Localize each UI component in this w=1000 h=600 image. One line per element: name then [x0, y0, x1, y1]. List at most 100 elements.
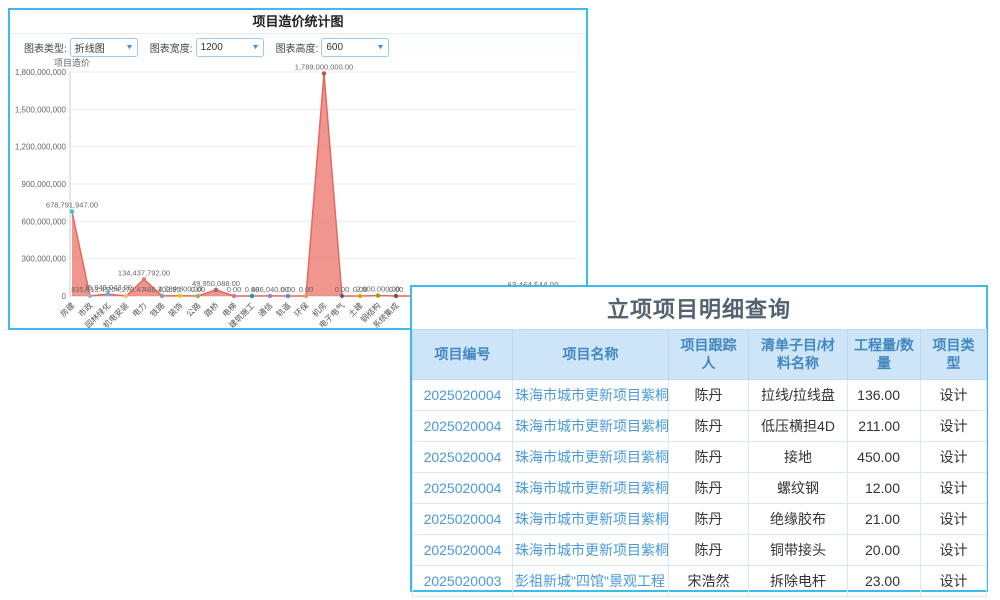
table-row: 2025020004珠海市城市更新项目紫桐陈丹接地450.00设计: [413, 442, 987, 473]
table-header-row: 项目编号项目名称项目跟踪人清单子目/材料名称工程量/数量项目类型: [413, 330, 987, 380]
project-detail-window: 立项项目明细查询 项目编号项目名称项目跟踪人清单子目/材料名称工程量/数量项目类…: [410, 285, 988, 592]
material-name: 拉线/拉线盘: [749, 380, 848, 411]
project-id-link[interactable]: 2025020003: [413, 566, 513, 597]
table-row: 2025020003彭祖新城"四馆"景观工程宋浩然拆除电杆23.00设计: [413, 566, 987, 597]
project-id-link[interactable]: 2025020004: [413, 535, 513, 566]
project-name-link[interactable]: 珠海市城市更新项目紫桐: [513, 535, 669, 566]
table-row: 2025020004珠海市城市更新项目紫桐陈丹低压横担4D211.00设计: [413, 411, 987, 442]
chart-height-select[interactable]: 600 ▼: [321, 38, 389, 57]
svg-text:路桥: 路桥: [202, 300, 220, 318]
column-header-3: 清单子目/材料名称: [749, 330, 848, 380]
project-tracker: 宋浩然: [669, 566, 749, 597]
project-id-link[interactable]: 2025020004: [413, 411, 513, 442]
svg-text:0: 0: [62, 292, 67, 301]
svg-text:0.00: 0.00: [281, 285, 296, 294]
project-tracker: 陈丹: [669, 411, 749, 442]
column-header-5: 项目类型: [921, 330, 987, 380]
chart-width-value: 1200: [201, 42, 223, 53]
project-name-link[interactable]: 珠海市城市更新项目紫桐: [513, 473, 669, 504]
project-type: 设计: [921, 566, 987, 597]
chevron-down-icon: ▼: [251, 44, 260, 51]
svg-text:通信: 通信: [256, 300, 274, 318]
project-id-link[interactable]: 2025020004: [413, 442, 513, 473]
quantity-value: 450.00: [848, 442, 921, 473]
project-id-link[interactable]: 2025020004: [413, 504, 513, 535]
project-type: 设计: [921, 535, 987, 566]
chart-height-value: 600: [326, 42, 343, 53]
table-title: 立项项目明细查询: [412, 287, 986, 329]
project-detail-table: 项目编号项目名称项目跟踪人清单子目/材料名称工程量/数量项目类型 2025020…: [412, 329, 987, 597]
project-type: 设计: [921, 473, 987, 504]
svg-text:环保: 环保: [292, 300, 310, 318]
chart-type-value: 折线图: [75, 40, 105, 55]
svg-text:900,000,000: 900,000,000: [22, 180, 67, 189]
project-name-link[interactable]: 彭祖新城"四馆"景观工程: [513, 566, 669, 597]
project-id-link[interactable]: 2025020004: [413, 473, 513, 504]
chart-window: 项目造价统计图 图表类型: 折线图 ▼ 图表宽度: 1200 ▼ 图表高度: 6…: [8, 8, 588, 330]
quantity-value: 211.00: [848, 411, 921, 442]
project-tracker: 陈丹: [669, 473, 749, 504]
svg-text:134,437,792.00: 134,437,792.00: [118, 268, 170, 277]
table-row: 2025020004珠海市城市更新项目紫桐陈丹拉线/拉线盘136.00设计: [413, 380, 987, 411]
chart-window-title: 项目造价统计图: [10, 10, 586, 34]
chart-toolbar: 图表类型: 折线图 ▼ 图表宽度: 1200 ▼ 图表高度: 600 ▼: [10, 34, 586, 58]
svg-text:1,789,000,000.00: 1,789,000,000.00: [295, 62, 353, 71]
project-type: 设计: [921, 442, 987, 473]
svg-text:678,791,947.00: 678,791,947.00: [46, 201, 98, 210]
svg-text:0.00: 0.00: [227, 285, 242, 294]
chevron-down-icon: ▼: [376, 44, 385, 51]
column-header-0: 项目编号: [413, 330, 513, 380]
table-row: 2025020004珠海市城市更新项目紫桐陈丹绝缘胶布21.00设计: [413, 504, 987, 535]
chart-type-label: 图表类型:: [24, 40, 67, 55]
material-name: 拆除电杆: [749, 566, 848, 597]
svg-text:0.00: 0.00: [299, 285, 314, 294]
material-name: 铜带接头: [749, 535, 848, 566]
project-tracker: 陈丹: [669, 442, 749, 473]
svg-text:0.00: 0.00: [389, 285, 404, 294]
project-type: 设计: [921, 411, 987, 442]
svg-text:1,800,000,000: 1,800,000,000: [15, 68, 67, 77]
svg-text:铁路: 铁路: [148, 300, 166, 318]
svg-text:装饰: 装饰: [166, 300, 184, 318]
svg-text:204,270.47: 204,270.47: [107, 285, 145, 294]
project-name-link[interactable]: 珠海市城市更新项目紫桐: [513, 411, 669, 442]
svg-text:0.00: 0.00: [335, 285, 350, 294]
project-name-link[interactable]: 珠海市城市更新项目紫桐: [513, 380, 669, 411]
project-name-link[interactable]: 珠海市城市更新项目紫桐: [513, 442, 669, 473]
project-tracker: 陈丹: [669, 380, 749, 411]
column-header-4: 工程量/数量: [848, 330, 921, 380]
material-name: 接地: [749, 442, 848, 473]
svg-text:1,200,000,000: 1,200,000,000: [15, 143, 67, 152]
svg-text:公路: 公路: [184, 300, 202, 318]
project-type: 设计: [921, 504, 987, 535]
chart-type-select[interactable]: 折线图 ▼: [70, 38, 138, 57]
chart-width-select[interactable]: 1200 ▼: [196, 38, 264, 57]
chevron-down-icon: ▼: [125, 44, 134, 51]
svg-text:轨道: 轨道: [274, 300, 292, 318]
svg-text:电力: 电力: [130, 300, 148, 318]
svg-text:房建: 房建: [58, 300, 76, 318]
table-row: 2025020004珠海市城市更新项目紫桐陈丹铜带接头20.00设计: [413, 535, 987, 566]
project-type: 设计: [921, 380, 987, 411]
quantity-value: 23.00: [848, 566, 921, 597]
column-header-2: 项目跟踪人: [669, 330, 749, 380]
column-header-1: 项目名称: [513, 330, 669, 380]
chart-height-label: 图表高度:: [276, 40, 319, 55]
quantity-value: 136.00: [848, 380, 921, 411]
quantity-value: 21.00: [848, 504, 921, 535]
project-tracker: 陈丹: [669, 504, 749, 535]
project-id-link[interactable]: 2025020004: [413, 380, 513, 411]
svg-text:300,000,000: 300,000,000: [22, 255, 67, 264]
project-tracker: 陈丹: [669, 535, 749, 566]
svg-text:600,000,000: 600,000,000: [22, 217, 67, 226]
material-name: 螺纹钢: [749, 473, 848, 504]
project-name-link[interactable]: 珠海市城市更新项目紫桐: [513, 504, 669, 535]
quantity-value: 20.00: [848, 535, 921, 566]
svg-text:1,500,000,000: 1,500,000,000: [15, 105, 67, 114]
quantity-value: 12.00: [848, 473, 921, 504]
table-row: 2025020004珠海市城市更新项目紫桐陈丹螺纹钢12.00设计: [413, 473, 987, 504]
svg-text:项目造价: 项目造价: [54, 58, 90, 68]
chart-width-label: 图表宽度:: [150, 40, 193, 55]
material-name: 绝缘胶布: [749, 504, 848, 535]
material-name: 低压横担4D: [749, 411, 848, 442]
